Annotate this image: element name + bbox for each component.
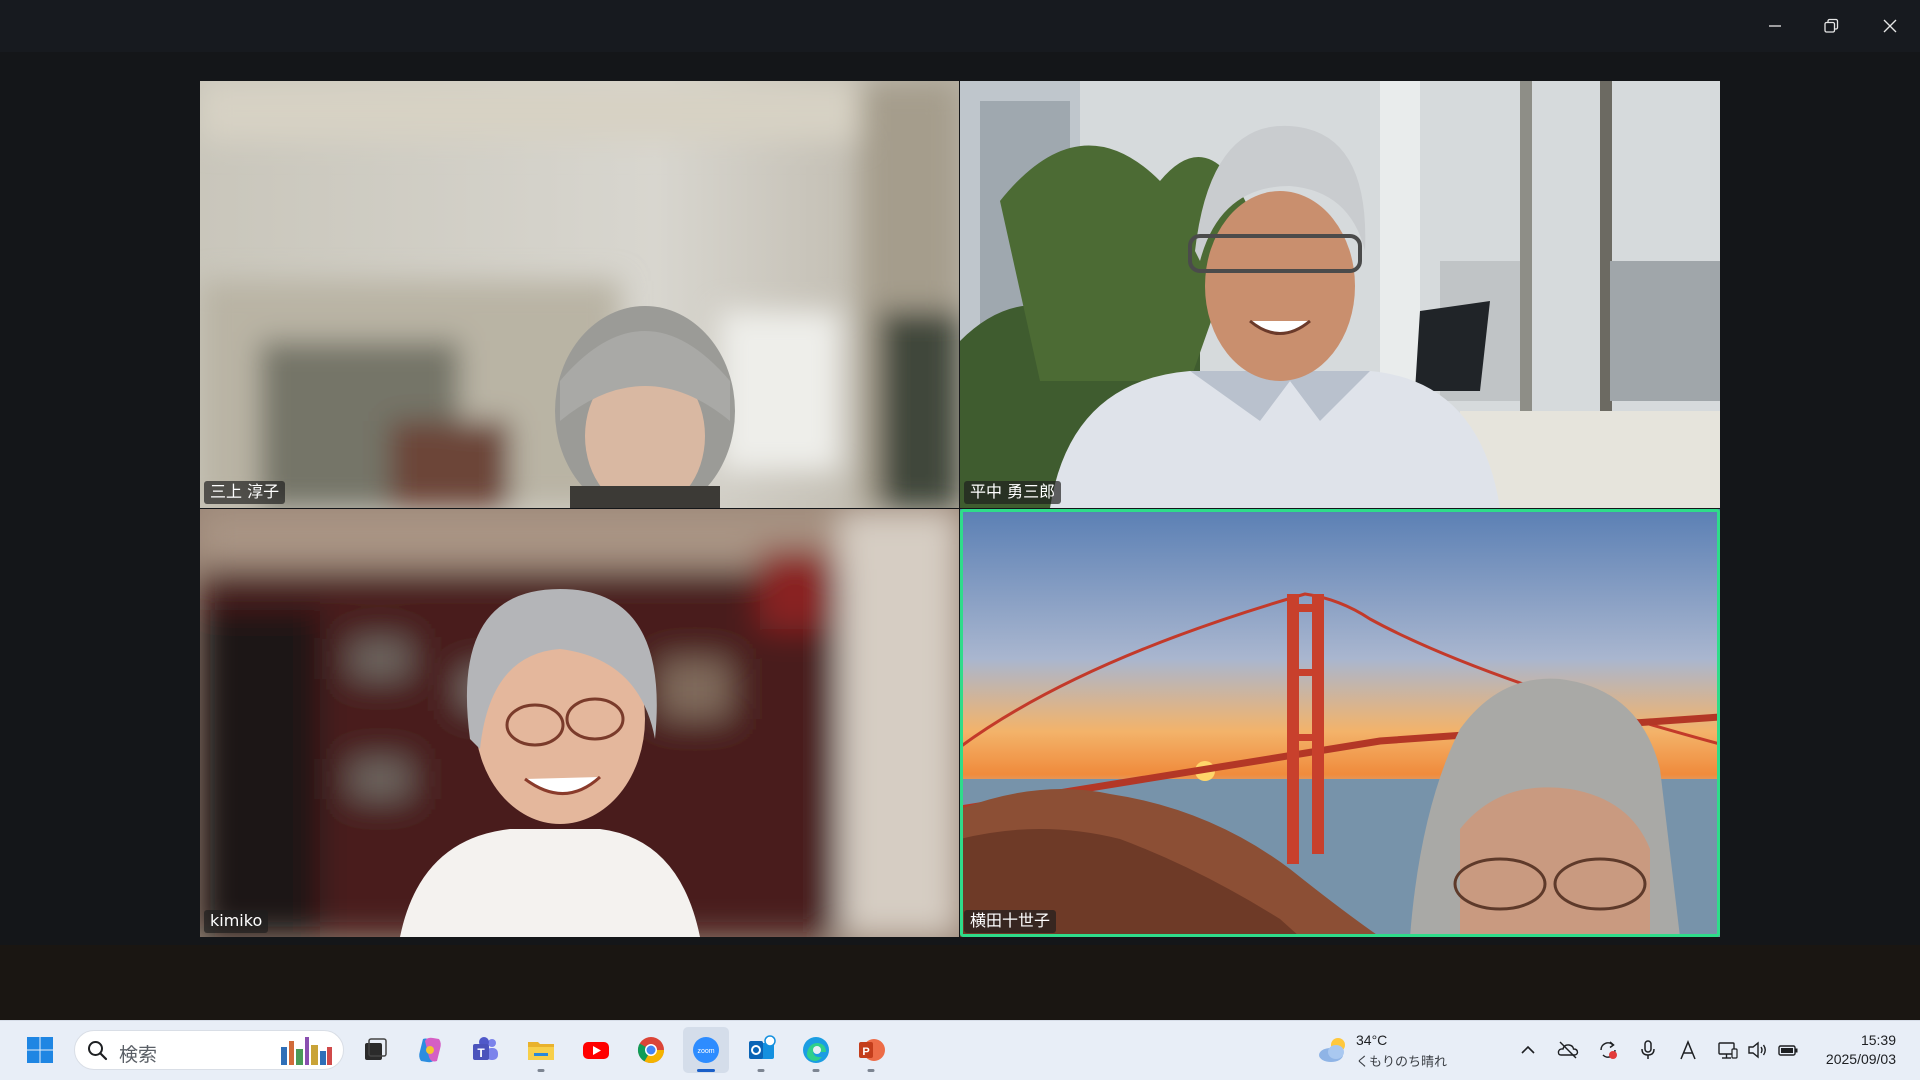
outlook-button[interactable] <box>738 1027 784 1073</box>
search-placeholder: 検索 <box>119 1044 158 1066</box>
close-button[interactable] <box>1862 0 1918 52</box>
zoom-button[interactable]: zoom <box>683 1027 729 1073</box>
svg-text:P: P <box>862 1046 869 1058</box>
task-view-icon <box>365 1038 387 1060</box>
start-button[interactable] <box>17 1027 63 1073</box>
close-icon <box>1883 19 1897 33</box>
copilot-icon <box>419 1037 441 1063</box>
network-tray-button[interactable] <box>1713 1035 1743 1065</box>
microphone-icon <box>1641 1040 1655 1059</box>
clock-date: 2025/09/03 <box>1825 1051 1896 1067</box>
chrome-button[interactable] <box>628 1027 674 1073</box>
show-hidden-icons-button[interactable] <box>1513 1035 1543 1065</box>
video-tile-3[interactable]: kimiko <box>200 509 959 937</box>
clock[interactable]: 15:39 2025/09/03 <box>1808 1031 1920 1069</box>
network-icon <box>1718 1042 1738 1059</box>
weather-description: くもりのち晴れ <box>1356 1055 1448 1070</box>
microphone-tray-button[interactable] <box>1633 1035 1663 1065</box>
participant-video <box>200 509 959 937</box>
teams-button[interactable]: T <box>462 1027 508 1073</box>
restore-button[interactable] <box>1803 0 1859 52</box>
ime-mode-button[interactable] <box>1673 1035 1703 1065</box>
minimize-button[interactable] <box>1747 0 1803 52</box>
participant-name-label: kimiko <box>204 910 269 933</box>
participant-video <box>200 81 959 508</box>
weather-widget[interactable]: 34°C くもりのち晴れ <box>1316 1029 1456 1073</box>
participant-name-label: 三上 淳子 <box>204 481 286 504</box>
outlook-icon <box>749 1035 776 1059</box>
youtube-icon <box>583 1042 609 1059</box>
task-view-button[interactable] <box>352 1027 398 1073</box>
file-explorer-button[interactable] <box>518 1027 564 1073</box>
volume-icon <box>1748 1041 1766 1059</box>
search-icon <box>88 1041 108 1061</box>
volume-tray-button[interactable] <box>1743 1035 1773 1065</box>
running-indicator <box>697 1069 715 1072</box>
virtual-background-golden-gate <box>960 509 1720 937</box>
search-highlight-icon <box>281 1037 332 1065</box>
running-indicator <box>757 1069 765 1072</box>
taskbar-search[interactable]: 検索 <box>74 1030 344 1070</box>
clock-time: 15:39 <box>1860 1032 1896 1048</box>
cloudy-weather-icon <box>1319 1038 1345 1062</box>
sync-tray-button[interactable] <box>1593 1035 1623 1065</box>
edge-button[interactable] <box>793 1027 839 1073</box>
file-explorer-icon <box>528 1042 554 1060</box>
onedrive-tray-button[interactable] <box>1553 1035 1583 1065</box>
video-tile-2[interactable]: 平中 勇三郎 <box>960 81 1720 508</box>
title-bar <box>0 0 1920 52</box>
chevron-up-icon <box>1521 1045 1535 1054</box>
svg-text:T: T <box>477 1046 485 1060</box>
running-indicator <box>812 1069 820 1072</box>
battery-icon <box>1778 1045 1798 1056</box>
onedrive-offline-icon <box>1557 1041 1579 1059</box>
edge-icon <box>803 1037 829 1063</box>
minimize-icon <box>1769 25 1781 27</box>
video-tile-1[interactable]: 三上 淳子 <box>200 81 959 508</box>
powerpoint-button[interactable]: P <box>848 1027 894 1073</box>
restore-icon <box>1824 18 1839 33</box>
taskbar: 検索 T zoom P 34°C くもりのち晴れ 15:39 2025/09/0… <box>0 1020 1920 1080</box>
chrome-icon <box>637 1037 665 1064</box>
svg-text:zoom: zoom <box>697 1048 714 1055</box>
participant-name-label: 平中 勇三郎 <box>964 481 1062 504</box>
windows-start-icon <box>27 1037 53 1063</box>
participant-name-label: 横田十世子 <box>964 910 1057 933</box>
copilot-button[interactable] <box>407 1027 453 1073</box>
sync-icon <box>1600 1041 1617 1059</box>
participant-video <box>960 81 1720 508</box>
weather-temperature: 34°C <box>1356 1032 1388 1048</box>
video-tile-4-active-speaker[interactable]: 横田十世子 <box>960 509 1720 937</box>
ime-a-icon <box>1680 1040 1696 1060</box>
battery-tray-button[interactable] <box>1773 1035 1803 1065</box>
teams-icon: T <box>473 1037 498 1060</box>
meeting-footer <box>0 945 1920 1020</box>
zoom-icon: zoom <box>693 1037 719 1063</box>
running-indicator <box>537 1069 545 1072</box>
powerpoint-icon: P <box>859 1039 885 1061</box>
running-indicator <box>867 1069 875 1072</box>
youtube-button[interactable] <box>573 1027 619 1073</box>
